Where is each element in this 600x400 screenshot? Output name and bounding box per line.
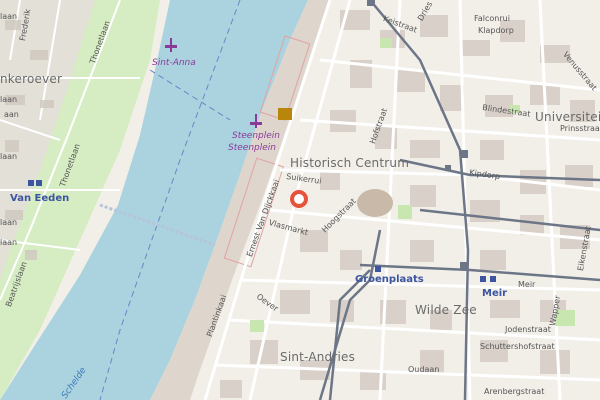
map-canvas[interactable]: nkeroever Historisch Centrum Wilde Zee S… [0,0,600,400]
street-laan-4: laan [0,238,18,247]
street-schuttershofstraat: Schuttershofstraat [480,342,555,351]
station-meir[interactable]: Meir [482,288,507,299]
cathedral [357,189,393,217]
poi-steenplein-1[interactable]: Steenplein [232,131,280,141]
station-groenplaats[interactable]: Groenplaats [355,274,424,285]
castle-icon [278,108,292,120]
street-prinsstraat: Prinsstraat [560,124,600,133]
street-laan-1: laan [0,12,18,21]
street-laan-5: laan [0,218,18,227]
street-laan-2: laan [0,95,18,104]
district-label-universiteit: Universiteits [535,110,600,124]
poi-sint-anna[interactable]: Sint-Anna [152,58,196,68]
district-label-sint-andries: Sint-Andries [280,350,356,364]
district-label-linkeroever: nkeroever [0,72,63,86]
station-van-eeden[interactable]: Van Eeden [10,193,69,204]
street-falconrui: Falconrui [474,14,510,23]
street-klapdorp: Klapdorp [478,26,514,35]
street-laan-3: laan [0,152,18,161]
district-label-wilde-zee: Wilde Zee [415,303,477,317]
poi-steenplein-2[interactable]: Steenplein [228,143,276,153]
district-label-historisch-centrum: Historisch Centrum [290,156,410,170]
street-meir: Meir [518,280,536,289]
location-pin-icon[interactable] [289,189,309,209]
street-jodenstraat: Jodenstraat [505,325,551,334]
street-aan: aan [4,110,19,119]
street-oudaan: Oudaan [408,365,440,374]
street-arenbergstraat: Arenbergstraat [484,387,545,396]
